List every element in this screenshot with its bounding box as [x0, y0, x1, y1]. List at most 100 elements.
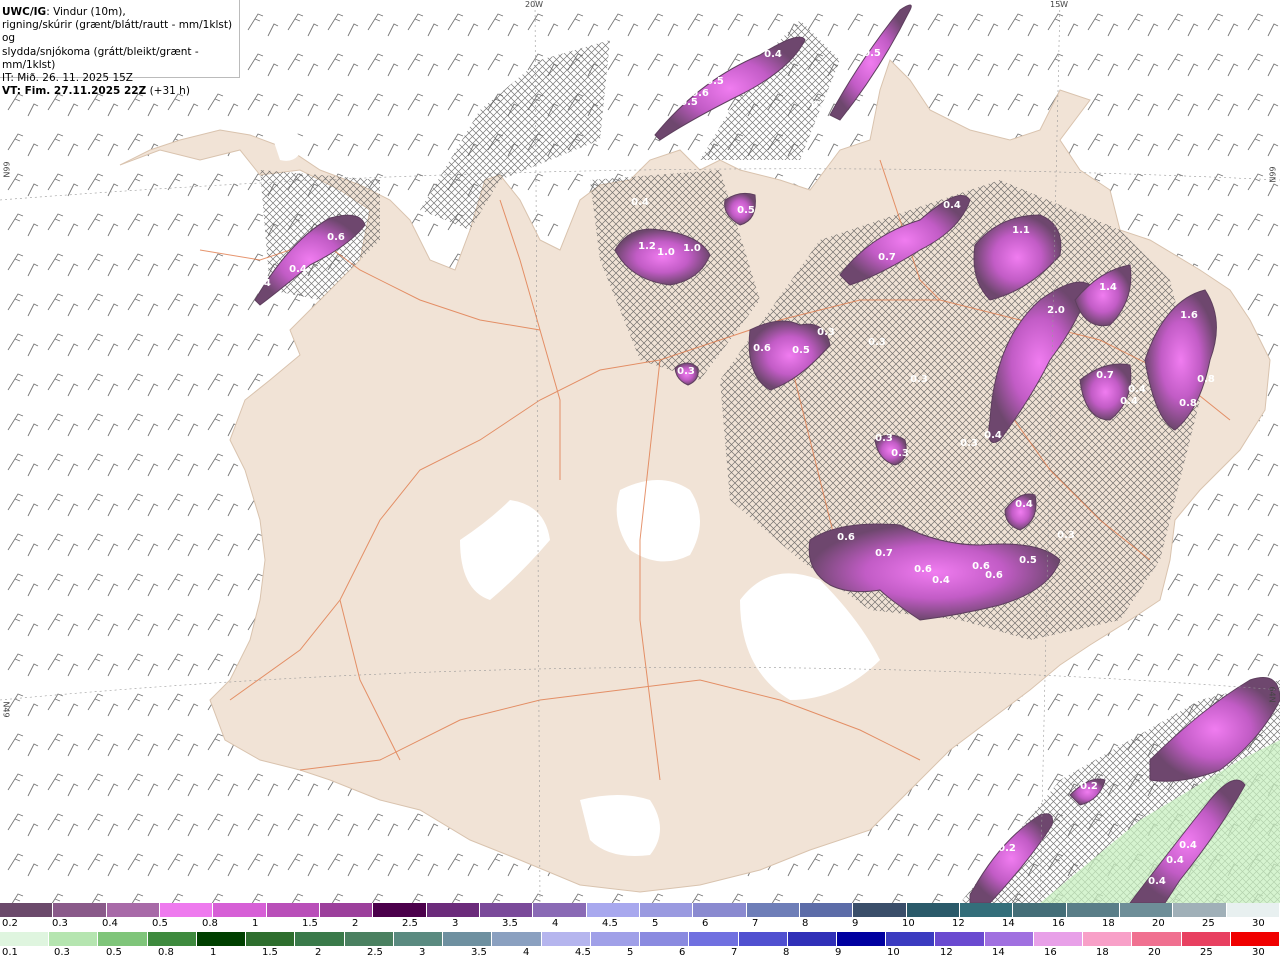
- legend-tick-label: 14: [992, 947, 1005, 958]
- precip-value-label: 0.4: [1120, 396, 1138, 407]
- legend-swatch: [344, 932, 394, 946]
- precip-value-label: 1.0: [657, 247, 675, 258]
- precip-value-label: 0.4: [1148, 876, 1166, 887]
- legend-tick-label: 0.1: [2, 947, 18, 958]
- valid-time: VT: Fim. 27.11.2025 22Z: [2, 85, 147, 98]
- precip-value-label: 1.2: [638, 241, 656, 252]
- legend-tick-label: 3: [419, 947, 426, 958]
- precip-value-label: 0.4: [289, 264, 307, 275]
- legend-tick-label: 9: [835, 947, 842, 958]
- legend-swatch: [984, 932, 1034, 946]
- precip-value-label: 0.6: [753, 343, 771, 354]
- map-info-box: UWC/IG: Vindur (10m), rigning/skúrir (gr…: [0, 0, 240, 97]
- legend-tick-label: 16: [1044, 947, 1057, 958]
- legend-tick-label: 0.5: [106, 947, 122, 958]
- legend-tick-label: 20: [1148, 947, 1161, 958]
- precip-value-label: 0.4: [1128, 384, 1146, 395]
- legend-tick-label: 18: [1102, 918, 1115, 929]
- legend-swatch: [935, 932, 985, 946]
- precip-value-label: 0.5: [680, 97, 698, 108]
- precip-value-label: 0.6: [837, 532, 855, 543]
- legend-swatch: [533, 903, 587, 917]
- legend-swatch: [1132, 932, 1182, 946]
- legend-tick-label: 3.5: [502, 918, 518, 929]
- legend-swatch: [1181, 932, 1231, 946]
- legend-tick-label: 25: [1200, 947, 1213, 958]
- legend-swatch: [393, 932, 444, 946]
- legend-tick-label: 6: [702, 918, 709, 929]
- legend-swatch: [541, 932, 591, 946]
- legend-tick-label: 10: [887, 947, 900, 958]
- legend-tick-label: 1: [252, 918, 259, 929]
- legend-swatch: [640, 932, 690, 946]
- legend-swatch: [689, 932, 739, 946]
- weather-map: 0.4 0.50.50.60.50.40.5 0.30.60.40.41.21.0 1…: [0, 0, 1280, 903]
- legend-swatch: [1013, 903, 1067, 917]
- legend-tick-label: 1: [210, 947, 217, 958]
- legend-swatch: [213, 903, 267, 917]
- legend-swatch: [196, 932, 247, 946]
- lat-label-64n-left: N49: [1, 701, 11, 718]
- legend-swatch: [853, 903, 907, 917]
- precip-value-label: 0.6: [985, 570, 1003, 581]
- legend-tick-label: 30: [1252, 947, 1265, 958]
- precip-value-label: 0.2: [998, 843, 1016, 854]
- precip-value-label: 0.5: [863, 48, 881, 59]
- legend-swatch: [836, 932, 887, 946]
- precip-value-label: 1.6: [1180, 310, 1198, 321]
- snow-color-scale: [0, 903, 1280, 917]
- precip-value-label: 0.4: [253, 278, 271, 289]
- legend-tick-label: 0.3: [54, 947, 70, 958]
- lat-label-64n-right: 64N: [1267, 686, 1277, 703]
- legend-swatch: [106, 903, 160, 917]
- legend-swatch: [0, 903, 54, 917]
- legend-swatch: [492, 932, 542, 946]
- precip-value-label: 0.5: [792, 345, 810, 356]
- legend-swatch: [959, 903, 1014, 917]
- precip-value-label: 0.6: [914, 564, 932, 575]
- precip-value-label: 0.3: [891, 448, 909, 459]
- precip-value-label: 0.5: [1019, 555, 1037, 566]
- precip-value-label: 0.5: [706, 76, 724, 87]
- legend-tick-label: 4.5: [575, 947, 591, 958]
- precip-value-label: 0.8: [1197, 374, 1215, 385]
- legend-tick-label: 5: [627, 947, 634, 958]
- rain-desc: rigning/skúrir (grænt/blátt/rautt - mm/1…: [2, 19, 233, 45]
- legend-swatch: [693, 903, 747, 917]
- legend-tick-label: 7: [752, 918, 759, 929]
- precip-value-label: 1.0: [683, 243, 701, 254]
- legend-tick-label: 0.5: [152, 918, 168, 929]
- legend-tick-label: 16: [1052, 918, 1065, 929]
- legend-tick-label: 1.5: [262, 947, 278, 958]
- legend-tick-label: 30: [1252, 918, 1265, 929]
- precip-value-label: 0.4: [943, 200, 961, 211]
- legend-tick-label: 5: [652, 918, 659, 929]
- legend-swatch: [295, 932, 345, 946]
- precip-value-label: 0.4: [932, 575, 950, 586]
- precip-value-label: 0.4: [1166, 855, 1184, 866]
- legend-swatch: [49, 932, 99, 946]
- legend-swatch: [0, 932, 50, 946]
- lat-label-66n-left: 66N: [1, 161, 11, 178]
- precip-value-label: 0.7: [1096, 370, 1114, 381]
- legend-swatch: [1083, 932, 1133, 946]
- legend-swatch: [1119, 903, 1174, 917]
- product-desc: : Vindur (10m),: [46, 6, 126, 18]
- legend-swatch: [1066, 903, 1120, 917]
- precip-value-label: 1.1: [1012, 225, 1030, 236]
- legend-tick-label: 2: [352, 918, 359, 929]
- legend-tick-label: 3: [452, 918, 459, 929]
- legend-swatch: [906, 903, 960, 917]
- legend-tick-label: 3.5: [471, 947, 487, 958]
- legend-swatch: [639, 903, 694, 917]
- legend-tick-label: 20: [1152, 918, 1165, 929]
- lat-label-66n-right: 66N: [1267, 166, 1277, 183]
- legend-tick-label: 0.4: [102, 918, 118, 929]
- precip-value-label: 0.3: [960, 438, 978, 449]
- legend-swatch: [443, 932, 493, 946]
- legend-tick-label: 6: [679, 947, 686, 958]
- legend-tick-label: 0.8: [158, 947, 174, 958]
- precip-value-label: 0.3: [1057, 530, 1075, 541]
- legend-tick-label: 7: [731, 947, 738, 958]
- legend-tick-label: 1.5: [302, 918, 318, 929]
